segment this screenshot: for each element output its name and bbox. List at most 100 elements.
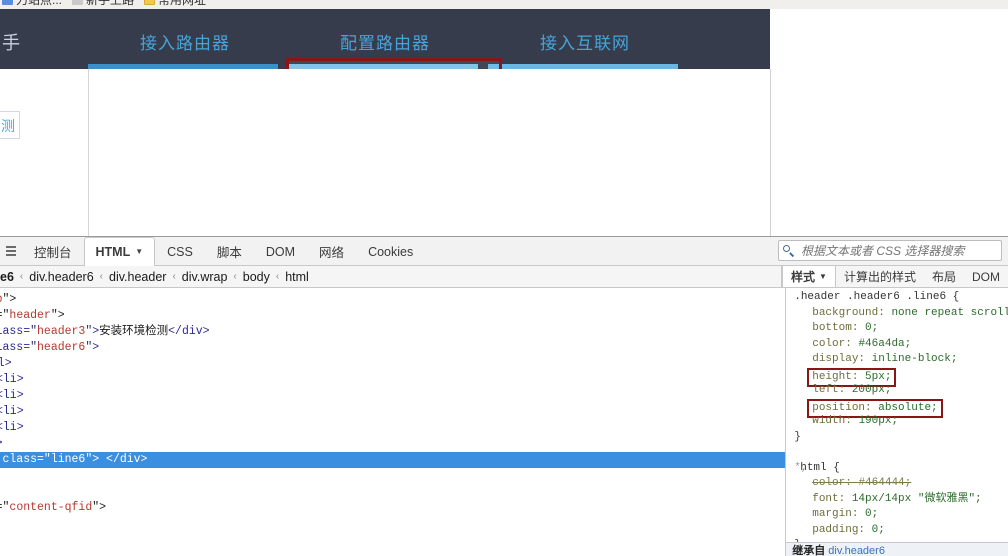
css-property-value[interactable]: 200px;	[852, 384, 892, 396]
breadcrumb-item[interactable]: html	[280, 270, 314, 284]
styles-tab-label: DOM	[972, 269, 1000, 284]
css-property-name[interactable]: color:	[812, 338, 858, 350]
bookmark-icon-grey	[72, 0, 84, 5]
breadcrumb-item[interactable]: div.wrap	[177, 270, 233, 284]
inherited-source[interactable]: div.header6	[828, 545, 885, 556]
dom-tree-row[interactable]: −<ul>	[0, 356, 785, 372]
css-declaration[interactable]: padding: 0;	[786, 523, 1008, 539]
dom-tree-row[interactable]: iv class="header6">	[0, 340, 785, 356]
devtools-tab-Cookies[interactable]: Cookies	[356, 237, 425, 265]
css-property-value[interactable]: absolute;	[878, 402, 937, 414]
bookmark-item[interactable]: 新手上路	[72, 0, 134, 8]
css-declaration[interactable]: position: absolute;	[786, 398, 1008, 418]
devtools-tab-CSS[interactable]: CSS	[155, 237, 205, 265]
dom-token: </div>	[168, 325, 210, 338]
styles-tab-布局[interactable]: 布局	[924, 266, 964, 287]
css-property-value[interactable]: 0;	[872, 524, 885, 536]
css-property-value[interactable]: 0;	[865, 508, 878, 520]
dom-tree-pane[interactable]: "wrap">lass="header">iv class="header3">…	[0, 288, 786, 556]
chevron-down-icon[interactable]: ▼	[819, 272, 827, 281]
breadcrumb-items: e6 ‹ div.header6 ‹ div.header ‹ div.wrap ‹ body ‹…	[0, 270, 314, 284]
dom-tree-row[interactable]: +<li>	[0, 372, 785, 388]
css-rule-gap	[786, 445, 1008, 461]
chevron-down-icon[interactable]: ▼	[135, 247, 143, 256]
css-declaration[interactable]: display: inline-block;	[786, 352, 1008, 368]
css-declaration[interactable]: color: #464444;	[786, 476, 1008, 492]
css-property-value[interactable]: 0;	[865, 322, 878, 334]
css-property-name[interactable]: color:	[812, 477, 858, 489]
css-selector[interactable]: *, html {	[786, 461, 1008, 477]
side-tab-detect[interactable]: 测	[0, 111, 20, 139]
dom-tree-row-selected[interactable]: <div class="line6"> </div>	[0, 452, 786, 468]
breadcrumb-item[interactable]: div.header	[104, 270, 171, 284]
css-property-name[interactable]: position:	[812, 402, 878, 414]
devtools-tab-脚本[interactable]: 脚本	[205, 237, 254, 265]
dom-token: 安装环境检测	[99, 325, 169, 338]
devtools-tab-控制台[interactable]: 控制台	[22, 237, 84, 265]
css-property-name[interactable]: display:	[812, 353, 871, 365]
css-selector[interactable]: .header .header6 .line6 {	[786, 290, 1008, 306]
dom-tree-row[interactable]: div>	[0, 468, 785, 484]
dom-tree-row[interactable]: +<li>	[0, 420, 785, 436]
dom-tree-row[interactable]: iv class="header3">安装环境检测</div>	[0, 324, 785, 340]
dom-tree-row[interactable]: lass="content-qfid">	[0, 500, 785, 516]
dom-token: ">	[92, 501, 107, 514]
styles-tab-DOM[interactable]: DOM	[964, 266, 1008, 287]
css-property-name[interactable]: margin:	[812, 508, 865, 520]
dom-tree-row[interactable]: "wrap">	[0, 292, 785, 308]
devtools-tab-HTML[interactable]: HTML ▼	[83, 237, 156, 266]
dom-tree-row[interactable]	[0, 484, 785, 500]
devtools-tab-label: DOM	[265, 244, 296, 259]
bookmark-item[interactable]: 常用网址	[144, 0, 206, 8]
css-declaration[interactable]: margin: 0;	[786, 507, 1008, 523]
css-property-value[interactable]: inline-block;	[872, 353, 958, 365]
devtools-tab-DOM[interactable]: DOM	[254, 237, 307, 265]
devtools-search[interactable]	[778, 240, 1002, 261]
styles-tab-计算出的样式[interactable]: 计算出的样式	[836, 266, 924, 287]
css-property-name[interactable]: padding:	[812, 524, 871, 536]
css-property-name[interactable]: width:	[812, 415, 858, 427]
search-input[interactable]	[799, 242, 997, 259]
css-property-name[interactable]: background:	[812, 307, 891, 319]
css-property-value[interactable]: #46a4da;	[858, 338, 911, 350]
breadcrumb-item[interactable]: body	[238, 270, 275, 284]
bookmark-item[interactable]: 力站点...	[2, 0, 62, 8]
css-property-name[interactable]: font:	[812, 493, 852, 505]
nav-item-configure-router[interactable]: 配置路由器	[340, 29, 430, 54]
dom-tree-row[interactable]: lass="header">	[0, 308, 785, 324]
css-declaration[interactable]: font: 14px/14px "微软雅黑";	[786, 492, 1008, 508]
styles-pane[interactable]: .header .header6 .line6 {background: non…	[785, 288, 1008, 556]
css-property-name[interactable]: bottom:	[812, 322, 865, 334]
css-declaration[interactable]: width: 190px;	[786, 414, 1008, 430]
css-declaration[interactable]: bottom: 0;	[786, 321, 1008, 337]
css-property-value[interactable]: 190px;	[858, 415, 898, 427]
dom-tree-row[interactable]: +<li>	[0, 388, 785, 404]
css-property-name[interactable]: left:	[812, 384, 852, 396]
css-declaration[interactable]: background: none repeat scroll 0 0;	[786, 306, 1008, 322]
css-property-value[interactable]: 5px;	[865, 371, 891, 383]
css-declaration[interactable]: color: #46a4da;	[786, 337, 1008, 353]
nav-item-connect-router[interactable]: 接入路由器	[140, 29, 230, 54]
hamburger-icon[interactable]	[0, 237, 22, 265]
css-property-name[interactable]: height:	[812, 371, 865, 383]
css-declaration[interactable]: height: 5px;	[786, 367, 1008, 387]
breadcrumb-item[interactable]: e6	[0, 270, 19, 284]
breadcrumb-item[interactable]: div.header6	[24, 270, 98, 284]
dom-token: ">	[50, 309, 65, 322]
css-declaration[interactable]: left: 200px;	[786, 383, 1008, 399]
styles-tab-label: 布局	[931, 270, 956, 284]
css-property-value[interactable]: #464444;	[858, 477, 911, 489]
dom-tree-row[interactable]: +<li>	[0, 404, 785, 420]
devtools-tab-网络[interactable]: 网络	[307, 237, 356, 265]
bookmark-icon-blue	[2, 0, 13, 5]
nav-item-connect-internet[interactable]: 接入互联网	[540, 29, 630, 54]
bookmark-label: 力站点...	[16, 0, 62, 8]
styles-tab-样式[interactable]: 样式 ▼	[782, 266, 836, 287]
css-declaration-inner: background: none repeat scroll 0 0;	[812, 307, 1008, 319]
devtools-tab-label: HTML	[95, 244, 131, 259]
inherited-label: 继承自	[792, 545, 826, 556]
css-property-value[interactable]: none repeat scroll 0 0;	[891, 307, 1008, 319]
css-property-value[interactable]: 14px/14px "微软雅黑";	[852, 493, 982, 505]
dom-tree-row[interactable]: </ul>	[0, 436, 785, 452]
bookmark-label: 新手上路	[86, 0, 134, 8]
